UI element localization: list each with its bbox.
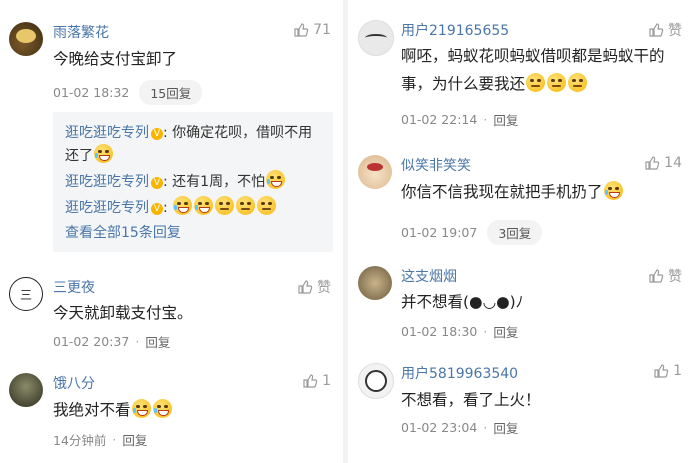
laugh-cry-emoji-icon xyxy=(94,144,113,163)
laugh-cry-emoji-icon xyxy=(194,196,214,215)
like-count: 赞 xyxy=(317,280,331,296)
comment-text-line2: 事，为什么要我还 xyxy=(401,72,588,97)
smirk-emoji-icon xyxy=(215,196,235,215)
left-comment-column: 雨落繁花 71 今晚给支付宝卸了 01-02 18:32 15回复 逛吃逛吃专列… xyxy=(0,0,343,463)
like-button[interactable]: 1 xyxy=(653,363,682,379)
verified-badge-icon: V xyxy=(151,177,163,189)
sub-reply: 逛吃逛吃专列 V: 还有1周，不怕 xyxy=(65,170,325,193)
laugh-cry-emoji-icon xyxy=(131,399,151,418)
reply-button[interactable]: 回复 xyxy=(493,322,518,341)
comment-text-content: 你信不信我现在就把手机扔了 xyxy=(401,183,603,201)
sub-reply-user[interactable]: 逛吃逛吃专列 xyxy=(65,174,149,190)
comment-text: 今晚给支付宝卸了 xyxy=(53,50,178,68)
like-button[interactable]: 赞 xyxy=(648,20,682,40)
like-button[interactable]: 71 xyxy=(293,22,331,38)
comment-meta: 01-02 22:14 · 回复 xyxy=(401,110,519,129)
like-count: 71 xyxy=(313,22,331,38)
sub-reply: 逛吃逛吃专列 V: xyxy=(65,196,325,219)
verified-badge-icon: V xyxy=(151,128,163,140)
comment-text: 并不想看(●◡●)ﾉ xyxy=(401,293,524,311)
comment-meta: 01-02 20:37 · 回复 xyxy=(53,332,171,351)
smirk-emoji-icon xyxy=(257,196,277,215)
reply-button[interactable]: 回复 xyxy=(493,418,518,437)
like-count: 14 xyxy=(664,155,682,171)
like-count: 赞 xyxy=(668,23,682,39)
sub-reply-text: : 还有1周，不怕 xyxy=(163,174,266,190)
comment-text-content: 我绝对不看 xyxy=(53,401,131,419)
thumbs-up-icon xyxy=(649,269,664,283)
like-button[interactable]: 赞 xyxy=(648,266,682,286)
thumbs-up-icon xyxy=(298,280,313,294)
comment-meta: 01-02 19:07 3回复 xyxy=(401,220,543,245)
laugh-cry-emoji-icon xyxy=(266,170,286,189)
replies-button[interactable]: 15回复 xyxy=(139,80,203,105)
laugh-cry-emoji-icon xyxy=(173,196,193,215)
avatar[interactable] xyxy=(358,363,394,399)
sad-emoji-icon xyxy=(526,73,546,92)
reply-button[interactable]: 回复 xyxy=(493,110,518,129)
comment-time: 01-02 19:07 xyxy=(401,225,478,240)
reply-button[interactable]: 回复 xyxy=(145,332,170,351)
smirk-emoji-icon xyxy=(236,196,256,215)
verified-badge-icon: V xyxy=(151,203,163,215)
avatar[interactable] xyxy=(358,155,392,189)
avatar[interactable] xyxy=(9,373,43,407)
comment-text-line1: 啊呸，蚂蚁花呗蚂蚁借呗都是蚂蚁干的 xyxy=(401,47,665,65)
comment-time: 01-02 22:14 xyxy=(401,112,478,127)
comment-meta: 01-02 18:30 · 回复 xyxy=(401,322,519,341)
avatar[interactable]: 三 xyxy=(9,277,43,311)
comment-text: 你信不信我现在就把手机扔了 xyxy=(401,180,624,205)
comment-time: 01-02 23:04 xyxy=(401,420,478,435)
username[interactable]: 这支烟烟 xyxy=(401,266,457,286)
laugh-cry-emoji-icon xyxy=(152,399,172,418)
like-count: 赞 xyxy=(668,269,682,285)
comment-time: 01-02 18:32 xyxy=(53,85,130,100)
sad-emoji-icon xyxy=(568,73,588,92)
comment-meta: 14分钟前 · 回复 xyxy=(53,430,148,449)
sub-reply-user[interactable]: 逛吃逛吃专列 xyxy=(65,200,149,216)
avatar[interactable] xyxy=(9,22,43,56)
username[interactable]: 三更夜 xyxy=(53,277,95,297)
thumbs-up-icon xyxy=(649,23,664,37)
username[interactable]: 用户219165655 xyxy=(401,20,509,40)
username[interactable]: 饿八分 xyxy=(53,373,95,393)
like-button[interactable]: 1 xyxy=(302,373,331,389)
comment-time: 01-02 20:37 xyxy=(53,334,130,349)
like-button[interactable]: 赞 xyxy=(297,277,331,297)
thumbs-up-icon xyxy=(645,156,660,170)
comment-text-content: 事，为什么要我还 xyxy=(401,75,526,93)
crying-emoji-icon xyxy=(603,181,623,200)
comment-text: 今天就卸载支付宝。 xyxy=(53,304,193,322)
reply-button[interactable]: 回复 xyxy=(122,430,147,449)
comment-meta: 01-02 23:04 · 回复 xyxy=(401,418,519,437)
thumbs-up-icon xyxy=(303,374,318,388)
sub-reply-text: : xyxy=(163,200,168,216)
comment-meta: 01-02 18:32 15回复 xyxy=(53,80,203,105)
comment-text: 我绝对不看 xyxy=(53,398,173,423)
thumbs-up-icon xyxy=(294,23,309,37)
sub-reply-user[interactable]: 逛吃逛吃专列 xyxy=(65,125,149,141)
like-count: 1 xyxy=(673,363,682,379)
thumbs-up-icon xyxy=(654,364,669,378)
username[interactable]: 雨落繁花 xyxy=(53,22,109,42)
replies-button[interactable]: 3回复 xyxy=(487,220,543,245)
view-all-replies-link[interactable]: 查看全部15条回复 xyxy=(65,222,325,244)
avatar[interactable] xyxy=(358,20,394,56)
username[interactable]: 用户5819963540 xyxy=(401,363,518,383)
like-button[interactable]: 14 xyxy=(644,155,682,171)
avatar[interactable] xyxy=(358,266,392,300)
username[interactable]: 似笑非笑笑 xyxy=(401,155,471,175)
sub-replies-box: 逛吃逛吃专列 V: 你确定花呗，借呗不用还了 逛吃逛吃专列 V: 还有1周，不怕 逛… xyxy=(53,112,333,252)
comment-text: 不想看，看了上火！ xyxy=(401,391,541,409)
comment-time: 14分钟前 xyxy=(53,433,107,448)
like-count: 1 xyxy=(322,373,331,389)
comment-time: 01-02 18:30 xyxy=(401,324,478,339)
sub-reply: 逛吃逛吃专列 V: 你确定花呗，借呗不用还了 xyxy=(65,122,325,167)
sad-emoji-icon xyxy=(547,73,567,92)
right-comment-column: 用户219165655 赞 啊呸，蚂蚁花呗蚂蚁借呗都是蚂蚁干的 事，为什么要我还… xyxy=(348,0,700,463)
